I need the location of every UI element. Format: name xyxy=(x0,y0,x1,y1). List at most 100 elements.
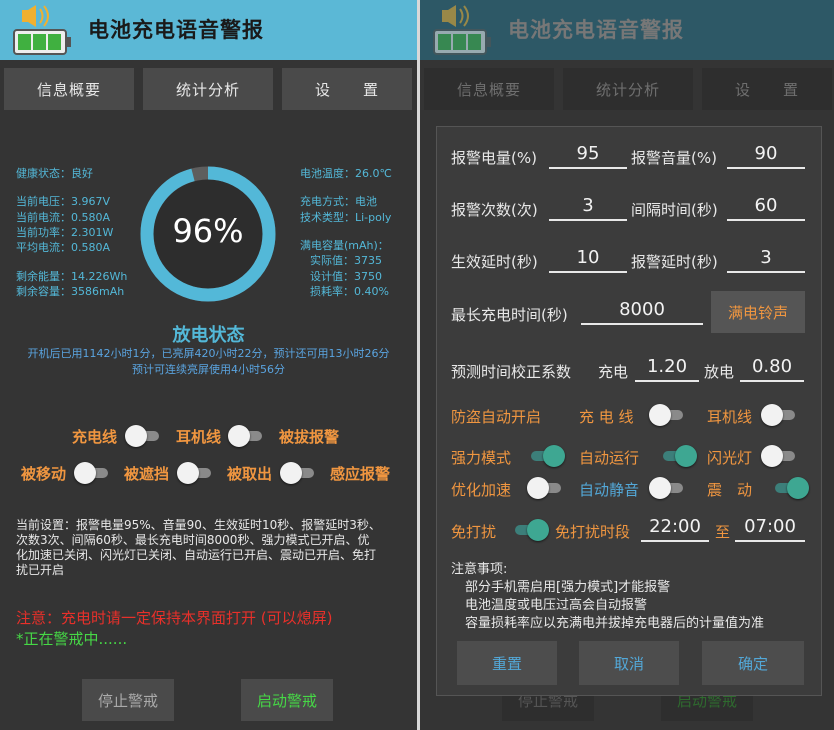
current-power: 当前功率：2.301W xyxy=(16,226,114,239)
app-bar-dimmed: 电池充电语音警报 xyxy=(420,0,834,60)
actual-capacity: 实际值：3735 xyxy=(310,254,382,267)
reset-button[interactable]: 重置 xyxy=(457,641,557,685)
alarm-volume-input[interactable]: 90 xyxy=(727,141,805,169)
optimize-switch[interactable] xyxy=(527,477,563,499)
effective-delay-label: 生效延时(秒) xyxy=(451,253,538,271)
flashlight-switch[interactable] xyxy=(761,445,797,467)
tab-bar-dimmed: 信息概要 统计分析 设 置 xyxy=(420,68,834,110)
app-title: 电池充电语音警报 xyxy=(88,18,264,42)
health-status: 健康状态：良好 xyxy=(16,167,93,180)
headphone-cable-switch[interactable] xyxy=(228,425,264,447)
max-charge-input[interactable]: 8000 xyxy=(581,297,703,325)
tab-settings[interactable]: 设 置 xyxy=(282,68,412,110)
taken-out-label: 被取出 xyxy=(227,465,273,483)
sensor-alarm-label: 感应报警 xyxy=(330,465,391,483)
tab-statistics: 统计分析 xyxy=(563,68,693,110)
battery-speaker-icon xyxy=(433,5,491,55)
headphone-cable-label: 耳机线 xyxy=(176,428,222,446)
theft-headphone-label: 耳机线 xyxy=(707,408,753,426)
current-settings-summary: 当前设置：报警电量95%、音量90、生效延时10秒、报警延时3秒、 次数3次、间… xyxy=(16,518,381,577)
flashlight-label: 闪光灯 xyxy=(707,449,753,467)
dnd-to-label: 至 xyxy=(715,523,731,541)
covered-label: 被遮挡 xyxy=(124,465,170,483)
charging-warning: 注意：充电时请一定保持本界面打开 (可以熄屏) xyxy=(16,609,333,627)
average-current: 平均电流：0.580A xyxy=(16,241,111,254)
alarm-count-input[interactable]: 3 xyxy=(549,193,627,221)
settings-dialog: 报警电量(%) 95 报警音量(%) 90 报警次数(次) 3 间隔时间(秒) … xyxy=(436,126,822,696)
vibrate-label: 震 动 xyxy=(707,481,753,499)
charge-coef-input[interactable]: 1.20 xyxy=(635,354,699,382)
dnd-start-input[interactable]: 22:00 xyxy=(641,514,709,542)
charge-coef-label: 充电 xyxy=(598,363,629,381)
note-item: 电池温度或电压过高会自动报警 xyxy=(465,598,648,613)
anti-theft-auto-label: 防盗自动开启 xyxy=(451,408,542,426)
settings-screen: 电池充电语音警报 信息概要 统计分析 设 置 停止警戒 启动警戒 报警电量(%)… xyxy=(420,0,834,730)
alarm-level-input[interactable]: 95 xyxy=(549,141,627,169)
tab-bar: 信息概要 统计分析 设 置 xyxy=(0,68,417,110)
theft-charger-switch[interactable] xyxy=(649,404,685,426)
screen-time-estimate: 预计可连续亮屏使用4小时56分 xyxy=(132,363,285,376)
notes-title: 注意事项: xyxy=(451,562,508,577)
app-title: 电池充电语音警报 xyxy=(508,18,684,42)
auto-run-label: 自动运行 xyxy=(579,449,640,467)
discharge-coef-label: 放电 xyxy=(704,363,735,381)
design-capacity: 设计值：3750 xyxy=(310,270,382,283)
taken-out-switch[interactable] xyxy=(280,462,316,484)
power-mode-label: 强力模式 xyxy=(451,449,512,467)
remaining-capacity: 剩余容量：3586mAh xyxy=(16,285,125,298)
battery-temperature: 电池温度：26.0℃ xyxy=(300,167,392,180)
info-overview-screen: 电池充电语音警报 信息概要 统计分析 设 置 健康状态：良好 当前电压：3.96… xyxy=(0,0,417,730)
tab-overview: 信息概要 xyxy=(424,68,554,110)
alarm-delay-input[interactable]: 3 xyxy=(727,245,805,273)
full-capacity-label: 满电容量(mAh)： xyxy=(300,239,389,252)
moved-switch[interactable] xyxy=(74,462,110,484)
theft-charger-label: 充 电 线 xyxy=(579,408,634,426)
full-charge-ringtone-button[interactable]: 满电铃声 xyxy=(711,291,805,333)
stop-guard-button[interactable]: 停止警戒 xyxy=(82,679,174,721)
dnd-switch[interactable] xyxy=(511,519,549,541)
tab-statistics[interactable]: 统计分析 xyxy=(143,68,273,110)
start-guard-button[interactable]: 启动警戒 xyxy=(241,679,333,721)
battery-percent: 96% xyxy=(172,212,244,250)
tab-settings: 设 置 xyxy=(702,68,832,110)
calibration-label: 预测时间校正系数 xyxy=(451,363,572,381)
covered-switch[interactable] xyxy=(177,462,213,484)
alarm-level-label: 报警电量(%) xyxy=(451,149,537,167)
effective-delay-input[interactable]: 10 xyxy=(549,245,627,273)
charge-method: 充电方式：电池 xyxy=(300,195,377,208)
max-charge-label: 最长充电时间(秒) xyxy=(451,306,568,324)
vibrate-switch[interactable] xyxy=(771,477,809,499)
guarding-status: *正在警戒中...... xyxy=(16,630,128,648)
note-item: 部分手机需启用[强力模式]才能报警 xyxy=(465,580,671,595)
charger-cable-switch[interactable] xyxy=(125,425,161,447)
wear-rate: 损耗率：0.40% xyxy=(310,285,389,298)
moved-label: 被移动 xyxy=(21,465,67,483)
remaining-energy: 剩余能量：14.226Wh xyxy=(16,270,128,283)
dnd-period-label: 免打扰时段 xyxy=(555,523,631,541)
theft-headphone-switch[interactable] xyxy=(761,404,797,426)
current-current: 当前电流：0.580A xyxy=(16,211,111,224)
ok-button[interactable]: 确定 xyxy=(702,641,804,685)
usage-summary: 开机后已用1142小时1分，已亮屏420小时22分，预计还可用13小时26分 xyxy=(27,347,390,360)
cancel-button[interactable]: 取消 xyxy=(579,641,679,685)
dnd-end-input[interactable]: 07:00 xyxy=(735,514,805,542)
dnd-label: 免打扰 xyxy=(451,523,497,541)
app-bar: 电池充电语音警报 xyxy=(0,0,417,60)
battery-technology: 技术类型：Li-poly xyxy=(300,211,392,224)
note-item: 容量损耗率应以充满电并拔掉充电器后的计量值为准 xyxy=(465,616,765,631)
unplug-alarm-label: 被拔报警 xyxy=(279,428,340,446)
alarm-count-label: 报警次数(次) xyxy=(451,201,538,219)
power-mode-switch[interactable] xyxy=(527,445,565,467)
optimize-label: 优化加速 xyxy=(451,481,512,499)
current-voltage: 当前电压：3.967V xyxy=(16,195,111,208)
auto-mute-switch[interactable] xyxy=(649,477,685,499)
battery-speaker-icon xyxy=(13,5,71,55)
discharge-coef-input[interactable]: 0.80 xyxy=(740,354,804,382)
interval-label: 间隔时间(秒) xyxy=(631,201,718,219)
interval-input[interactable]: 60 xyxy=(727,193,805,221)
charger-cable-label: 充电线 xyxy=(72,428,118,446)
alarm-volume-label: 报警音量(%) xyxy=(631,149,717,167)
auto-mute-label: 自动静音 xyxy=(579,481,640,499)
tab-overview[interactable]: 信息概要 xyxy=(4,68,134,110)
auto-run-switch[interactable] xyxy=(659,445,697,467)
